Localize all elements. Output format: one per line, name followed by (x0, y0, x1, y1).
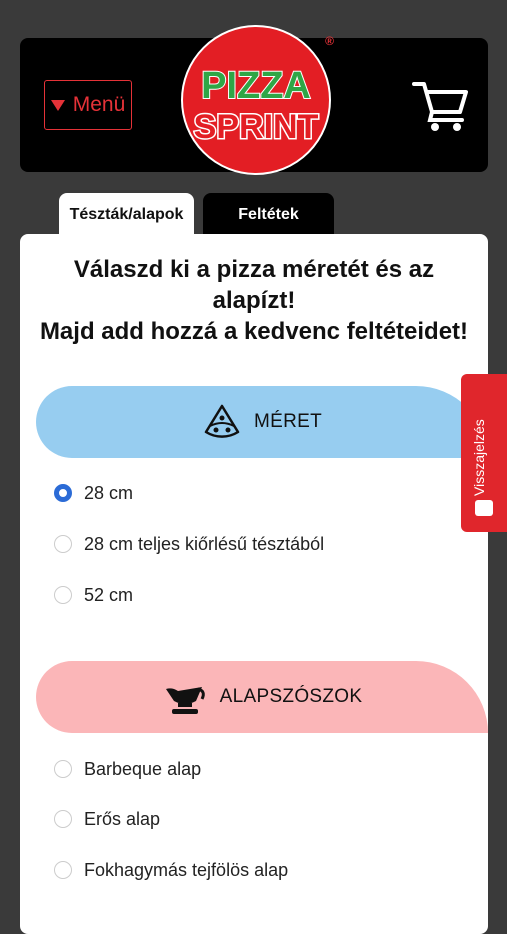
size-option-28[interactable]: 28 cm (54, 479, 133, 507)
size-option-52[interactable]: 52 cm (54, 581, 133, 609)
option-label: Fokhagymás tejfölös alap (84, 859, 289, 880)
smiley-icon (475, 500, 493, 516)
option-label: Erős alap (84, 808, 161, 829)
logo-text-bottom: SPRINT (194, 108, 319, 146)
header-bar: Menü PIZZA SPRINT ® (20, 25, 488, 175)
caret-down-icon (50, 99, 65, 111)
radio-unselected[interactable] (54, 810, 72, 828)
size-section-header: MÉRET (36, 386, 488, 458)
menu-label: Menü (72, 93, 126, 116)
option-label: 28 cm teljes kiőrlésű tésztából (84, 533, 325, 554)
size-section-title: MÉRET (254, 411, 322, 432)
logo-graphic: PIZZA SPRINT (181, 25, 331, 175)
tab-feltetek[interactable]: Feltétek (203, 193, 334, 237)
radio-unselected[interactable] (54, 535, 72, 553)
sauce-section-header: ALAPSZÓSZOK (36, 661, 488, 733)
feedback-tab[interactable]: Visszajelzés (461, 374, 507, 532)
radio-unselected[interactable] (54, 760, 72, 778)
radio-selected[interactable] (54, 484, 72, 502)
heading-line-1: Válaszd ki a pizza méretét és az (73, 256, 435, 283)
option-label: 28 cm (84, 482, 134, 503)
radio-unselected[interactable] (54, 861, 72, 879)
tab-bar: Tészták/alapok Feltétek (0, 193, 507, 237)
option-label: 52 cm (84, 584, 134, 605)
sauce-option-bbq[interactable]: Barbeque alap (54, 755, 201, 783)
page-title: Válaszd ki a pizza méretét és az alapízt… (20, 254, 488, 347)
radio-unselected[interactable] (54, 586, 72, 604)
cart-button[interactable] (410, 78, 470, 134)
sauce-option-eros[interactable]: Erős alap (54, 805, 160, 833)
heading-line-3: Majd add hozzá a kedvenc feltéteidet! (39, 318, 469, 345)
heading-line-2: alapízt! (212, 287, 296, 314)
pizza-slice-icon (204, 404, 240, 438)
builder-card: Válaszd ki a pizza méretét és az alapízt… (20, 234, 488, 934)
registered-mark: ® (325, 34, 334, 48)
tab-teszta-alapok[interactable]: Tészták/alapok (59, 193, 194, 237)
option-label: Barbeque alap (84, 758, 202, 779)
pizza-sprint-logo[interactable]: PIZZA SPRINT ® (176, 20, 336, 180)
sauce-option-fokhagymas[interactable]: Fokhagymás tejfölös alap (54, 856, 288, 884)
cart-icon (412, 82, 468, 131)
size-option-28-wholegrain[interactable]: 28 cm teljes kiőrlésű tésztából (54, 530, 324, 558)
menu-button[interactable]: Menü (44, 80, 132, 130)
sauce-boat-icon (165, 687, 205, 714)
feedback-label: Visszajelzés (471, 419, 487, 496)
sauce-section-title: ALAPSZÓSZOK (219, 686, 363, 707)
logo-text-top: PIZZA (201, 65, 311, 107)
